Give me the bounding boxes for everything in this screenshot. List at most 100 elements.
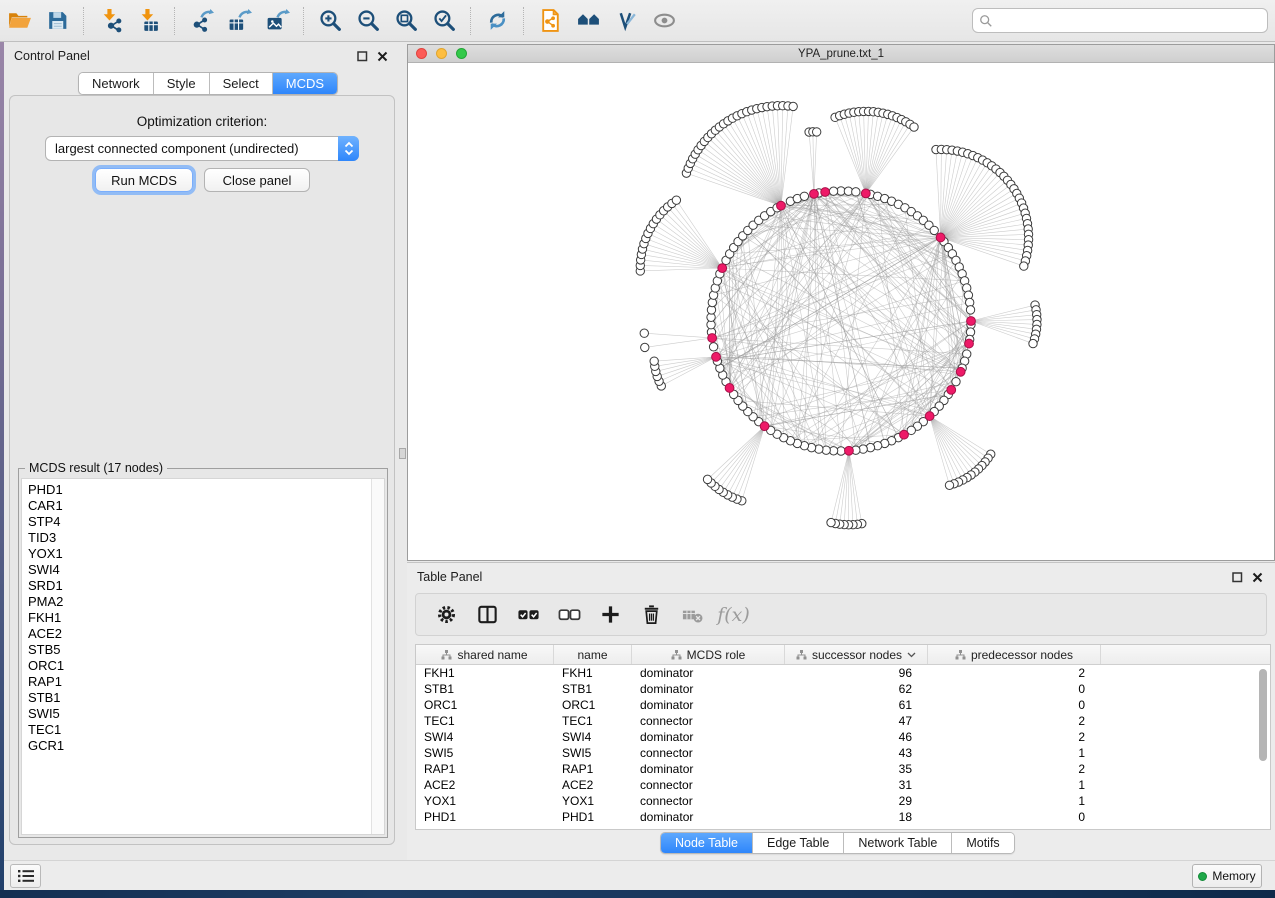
- zoom-in-icon[interactable]: [313, 5, 347, 37]
- list-item[interactable]: FKH1: [22, 610, 384, 626]
- mcds-hub-node[interactable]: [900, 430, 909, 439]
- export-table-icon[interactable]: [222, 5, 256, 37]
- mcds-hub-node[interactable]: [947, 385, 956, 394]
- graphics-details-icon[interactable]: [609, 5, 643, 37]
- mcds-list-scrollbar[interactable]: [371, 479, 384, 834]
- tab-style[interactable]: Style: [154, 73, 210, 94]
- save-session-icon[interactable]: [40, 5, 74, 37]
- criterion-dropdown[interactable]: largest connected component (undirected): [45, 136, 359, 161]
- list-item[interactable]: PMA2: [22, 594, 384, 610]
- tab-select[interactable]: Select: [210, 73, 273, 94]
- list-item[interactable]: SRD1: [22, 578, 384, 594]
- list-item[interactable]: ORC1: [22, 658, 384, 674]
- mcds-hub-node[interactable]: [725, 384, 734, 393]
- tab-motifs[interactable]: Motifs: [952, 833, 1013, 853]
- list-item[interactable]: PHD1: [22, 482, 384, 498]
- ring-node[interactable]: [709, 343, 717, 351]
- search-input[interactable]: [993, 11, 1267, 31]
- mcds-hub-node[interactable]: [708, 334, 717, 343]
- mcds-hub-node[interactable]: [956, 367, 965, 376]
- table-row[interactable]: STB1STB1dominator620: [416, 681, 1270, 697]
- eye-icon[interactable]: [647, 5, 681, 37]
- tab-node-table[interactable]: Node Table: [661, 833, 753, 853]
- table-row[interactable]: TEC1TEC1connector472: [416, 713, 1270, 729]
- close-panel-button[interactable]: Close panel: [204, 168, 310, 192]
- export-network-icon[interactable]: [184, 5, 218, 37]
- mcds-hub-node[interactable]: [810, 189, 819, 198]
- open-session-icon[interactable]: [2, 5, 36, 37]
- list-item[interactable]: STP4: [22, 514, 384, 530]
- leaf-node[interactable]: [650, 357, 658, 365]
- network-document-icon[interactable]: [533, 5, 567, 37]
- import-network-icon[interactable]: [93, 5, 127, 37]
- delete-table-icon[interactable]: [674, 598, 711, 632]
- mcds-hub-node[interactable]: [712, 352, 721, 361]
- leaf-node[interactable]: [703, 475, 711, 483]
- column-header-predecessor-nodes[interactable]: predecessor nodes: [928, 645, 1101, 664]
- export-image-icon[interactable]: [260, 5, 294, 37]
- table-row[interactable]: RAP1RAP1dominator352: [416, 761, 1270, 777]
- list-item[interactable]: STB5: [22, 642, 384, 658]
- list-item[interactable]: SWI4: [22, 562, 384, 578]
- table-row[interactable]: PHD1PHD1dominator180: [416, 809, 1270, 825]
- close-panel-icon[interactable]: [1252, 572, 1263, 583]
- delete-icon[interactable]: [633, 598, 670, 632]
- leaf-node[interactable]: [1020, 262, 1028, 270]
- column-header-name[interactable]: name: [554, 645, 632, 664]
- leaf-node[interactable]: [640, 329, 648, 337]
- vertical-splitter-handle[interactable]: [399, 448, 406, 459]
- float-panel-icon[interactable]: [1232, 572, 1243, 583]
- tab-network-table[interactable]: Network Table: [844, 833, 952, 853]
- leaf-node[interactable]: [945, 481, 953, 489]
- column-header-successor-nodes[interactable]: successor nodes: [785, 645, 928, 664]
- zoom-fit-icon[interactable]: [389, 5, 423, 37]
- table-row[interactable]: FKH1FKH1dominator962: [416, 665, 1270, 681]
- leaf-node[interactable]: [910, 123, 918, 131]
- list-item[interactable]: TID3: [22, 530, 384, 546]
- column-layout-icon[interactable]: [469, 598, 506, 632]
- float-panel-icon[interactable]: [357, 51, 368, 62]
- leaf-node[interactable]: [1029, 339, 1037, 347]
- mcds-hub-node[interactable]: [845, 446, 854, 455]
- ring-node[interactable]: [800, 192, 808, 200]
- import-table-icon[interactable]: [131, 5, 165, 37]
- zoom-selected-icon[interactable]: [427, 5, 461, 37]
- table-row[interactable]: SWI4SWI4dominator462: [416, 729, 1270, 745]
- refresh-icon[interactable]: [480, 5, 514, 37]
- table-scrollbar-thumb[interactable]: [1259, 669, 1267, 761]
- leaf-node[interactable]: [641, 343, 649, 351]
- network-canvas[interactable]: [408, 63, 1274, 560]
- list-item[interactable]: RAP1: [22, 674, 384, 690]
- ring-node[interactable]: [966, 306, 974, 314]
- list-item[interactable]: YOX1: [22, 546, 384, 562]
- ring-node[interactable]: [829, 187, 837, 195]
- ring-node[interactable]: [930, 226, 938, 234]
- close-panel-icon[interactable]: [377, 51, 388, 62]
- column-header-MCDS-role[interactable]: MCDS role: [632, 645, 785, 664]
- ring-node[interactable]: [952, 377, 960, 385]
- table-row[interactable]: ACE2ACE2connector311: [416, 777, 1270, 793]
- deselect-all-icon[interactable]: [551, 598, 588, 632]
- table-row[interactable]: SWI5SWI5connector431: [416, 745, 1270, 761]
- select-all-icon[interactable]: [510, 598, 547, 632]
- list-item[interactable]: GCR1: [22, 738, 384, 754]
- zoom-out-icon[interactable]: [351, 5, 385, 37]
- list-item[interactable]: ACE2: [22, 626, 384, 642]
- binoculars-icon[interactable]: [571, 5, 605, 37]
- mcds-hub-node[interactable]: [861, 189, 870, 198]
- run-mcds-button[interactable]: Run MCDS: [95, 168, 193, 192]
- leaf-node[interactable]: [672, 196, 680, 204]
- mcds-hub-node[interactable]: [965, 339, 974, 348]
- add-column-icon[interactable]: [592, 598, 629, 632]
- leaf-node[interactable]: [789, 102, 797, 110]
- list-item[interactable]: CAR1: [22, 498, 384, 514]
- gear-icon[interactable]: [428, 598, 465, 632]
- function-builder-icon[interactable]: f(x): [715, 598, 752, 632]
- tab-network[interactable]: Network: [79, 73, 154, 94]
- task-history-button[interactable]: [10, 864, 41, 888]
- mcds-hub-node[interactable]: [760, 422, 769, 431]
- table-row[interactable]: YOX1YOX1connector291: [416, 793, 1270, 809]
- leaf-node[interactable]: [812, 128, 820, 136]
- mcds-hub-node[interactable]: [925, 412, 934, 421]
- ring-node[interactable]: [852, 188, 860, 196]
